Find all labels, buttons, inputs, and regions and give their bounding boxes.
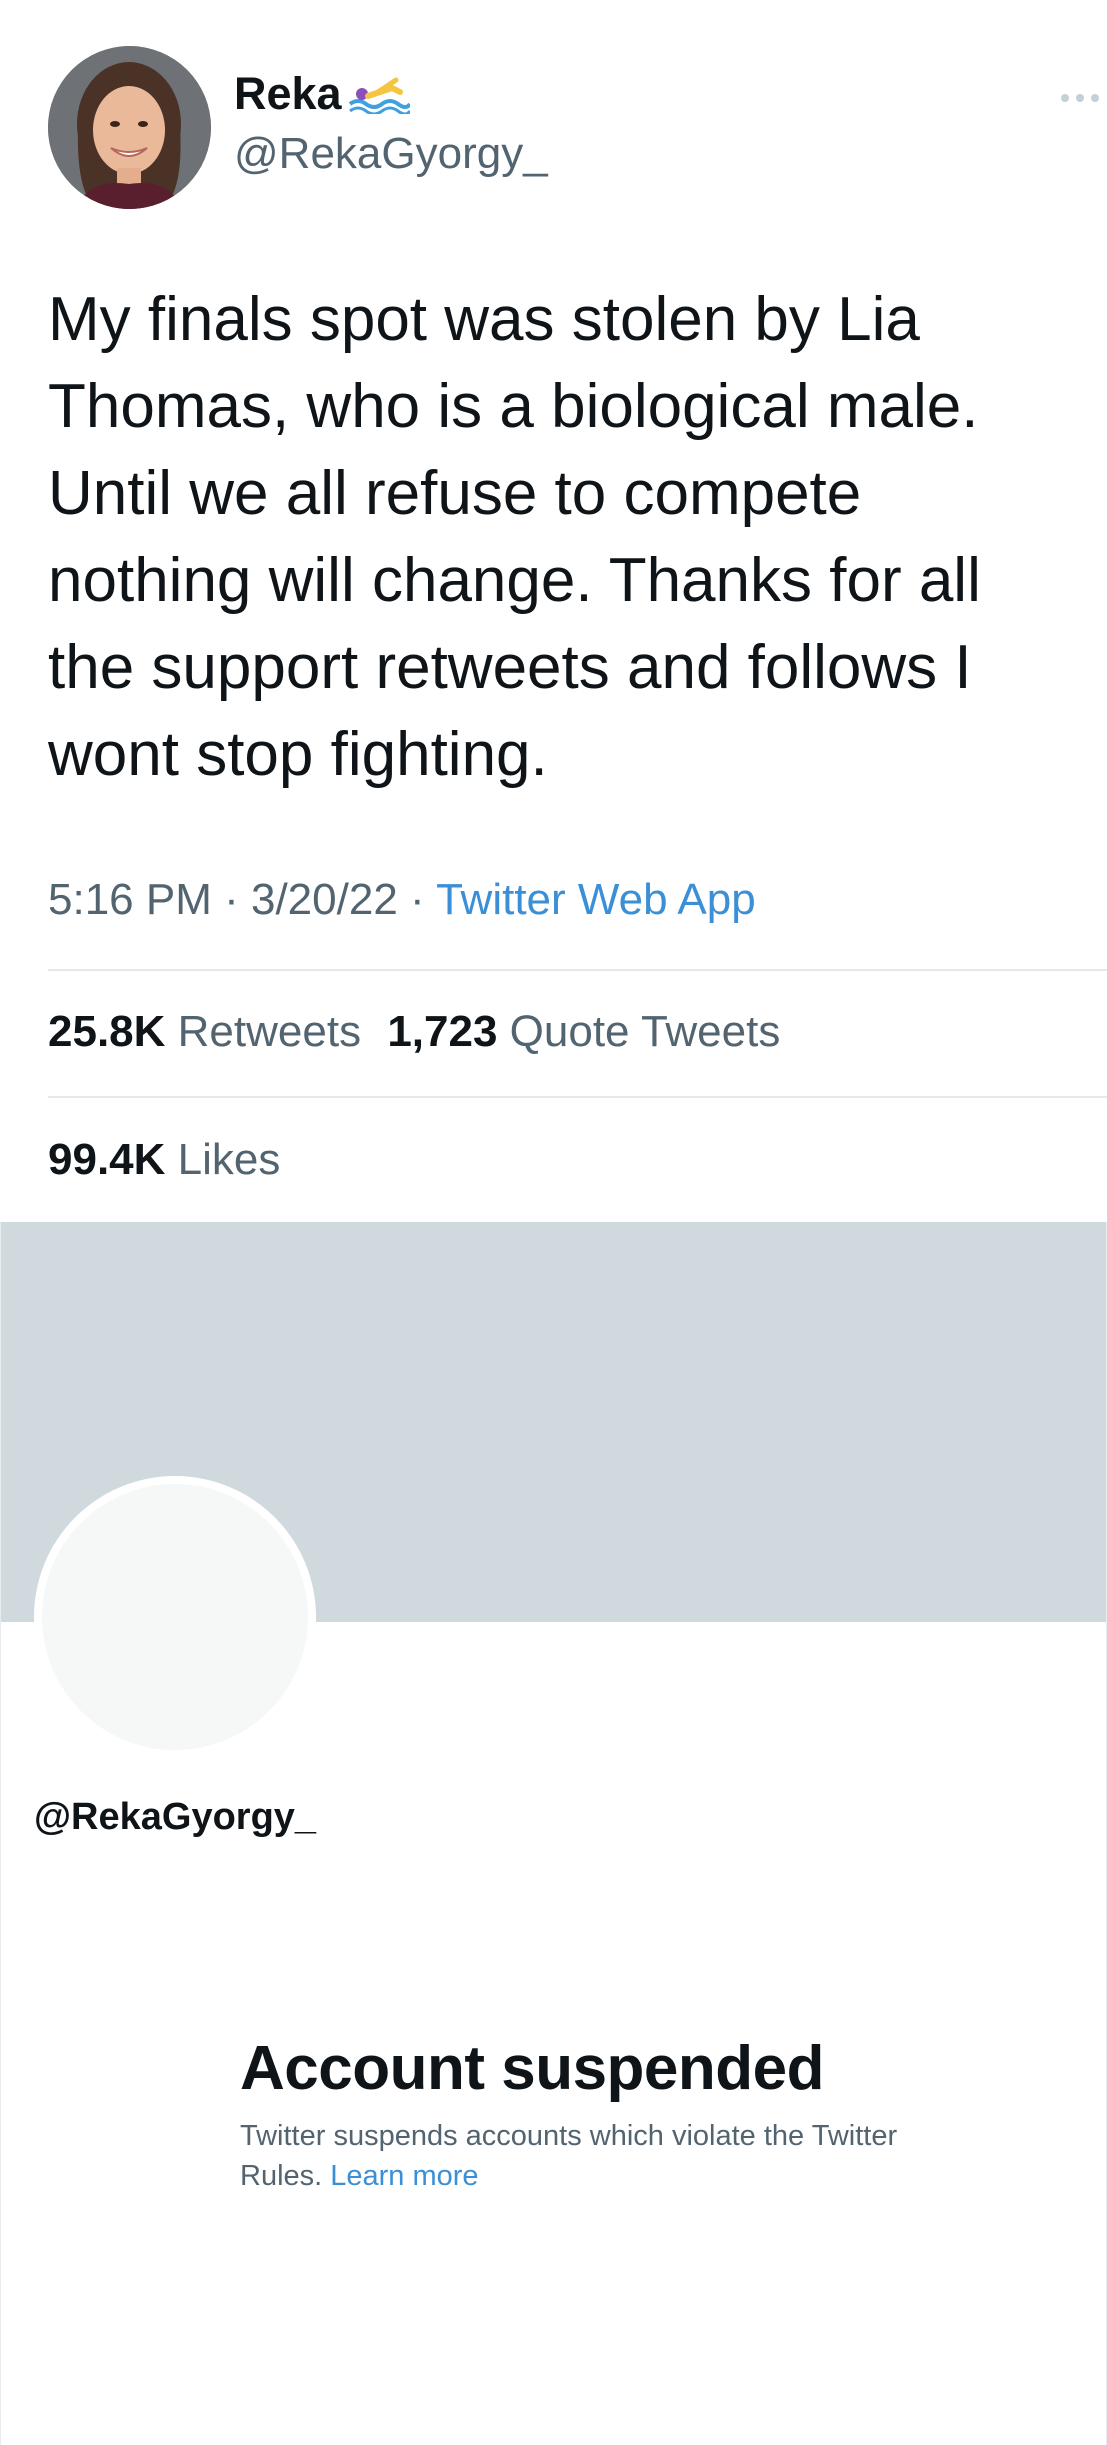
retweets-label: Retweets (177, 1007, 362, 1056)
suspended-title: Account suspended (240, 2034, 825, 2103)
swimmer-emoji-icon (348, 74, 412, 116)
profile-avatar (34, 1476, 316, 1758)
likes-count: 99.4K (48, 1135, 166, 1184)
tweet: Reka @RekaGyorgy_ My finals spot was sto… (0, 0, 1107, 1222)
author-handle[interactable]: @RekaGyorgy_ (234, 128, 548, 180)
retweets-stat[interactable]: 25.8K Retweets (48, 1004, 361, 1060)
divider (48, 969, 1107, 971)
default-avatar-placeholder (42, 1484, 308, 1750)
author-name-row[interactable]: Reka (234, 68, 412, 120)
quote-tweets-count: 1,723 (387, 1007, 498, 1056)
more-horizontal-icon[interactable] (1058, 86, 1102, 110)
avatar-photo (48, 46, 211, 209)
suspended-profile: @RekaGyorgy_ Account suspended Twitter s… (0, 1222, 1107, 2445)
engagement-stats: 25.8K Retweets 1,723 Quote Tweets (48, 1004, 780, 1060)
learn-more-link[interactable]: Learn more (330, 2160, 478, 2192)
tweet-time[interactable]: 5:16 PM (48, 875, 212, 924)
meta-separator: · (211, 875, 251, 924)
author-avatar[interactable] (48, 46, 211, 209)
profile-handle: @RekaGyorgy_ (34, 1796, 317, 1838)
tweet-text: My finals spot was stolen by Lia Thomas,… (48, 285, 981, 789)
tweet-source-link[interactable]: Twitter Web App (436, 875, 756, 924)
tweet-meta: 5:16 PM · 3/20/22 · Twitter Web App (48, 872, 756, 928)
suspended-message: Twitter suspends accounts which violate … (240, 2116, 980, 2196)
divider (48, 1096, 1107, 1098)
quote-tweets-stat[interactable]: 1,723 Quote Tweets (387, 1004, 780, 1060)
retweets-count: 25.8K (48, 1007, 166, 1056)
quote-tweets-label: Quote Tweets (509, 1007, 781, 1056)
likes-label: Likes (177, 1135, 281, 1184)
likes-row: 99.4K Likes (48, 1132, 280, 1188)
author-display-name[interactable]: Reka (234, 68, 342, 120)
likes-stat[interactable]: 99.4K Likes (48, 1132, 280, 1188)
meta-separator: · (397, 875, 437, 924)
tweet-date[interactable]: 3/20/22 (251, 875, 398, 924)
